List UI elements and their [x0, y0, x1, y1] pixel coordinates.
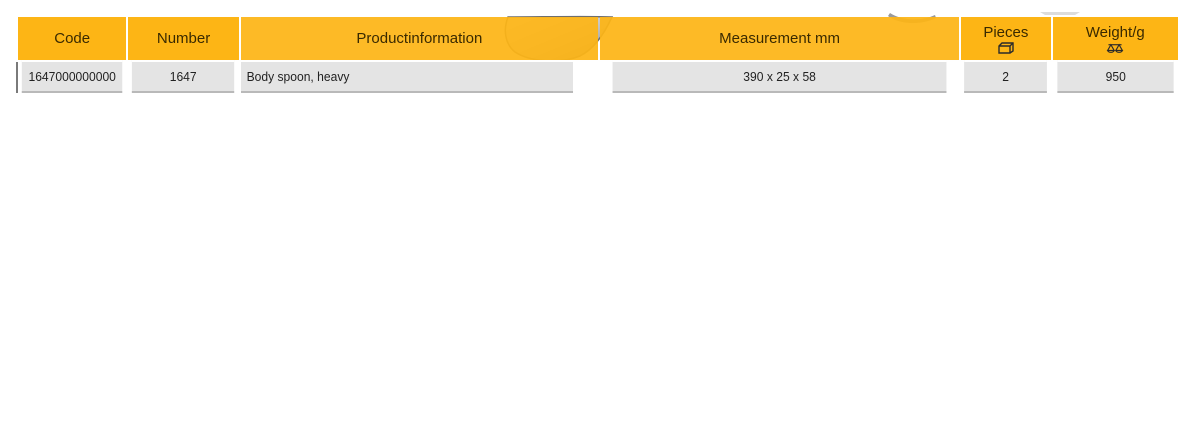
column-header-code: Code [18, 17, 127, 60]
column-header-number: Number [128, 17, 239, 60]
box-icon [998, 41, 1014, 54]
column-header-label: Pieces [983, 23, 1029, 41]
table-row: 1647000000000 1647 Body spoon, heavy 390… [18, 60, 1178, 93]
column-header-pieces: Pieces [961, 17, 1051, 60]
column-header-weight: Weight/g [1052, 17, 1178, 60]
table-header-row: Code Number Productinformation Measureme… [18, 17, 1178, 60]
cell-code: 1647000000000 [21, 60, 123, 93]
product-table: Code Number Productinformation Measureme… [16, 17, 1180, 93]
product-sheet: Code Number Productinformation Measureme… [0, 0, 1200, 439]
cell-productinformation: Body spoon, heavy [240, 60, 573, 93]
column-header-label: Measurement mm [719, 30, 841, 47]
column-header-label: Weight/g [1085, 23, 1145, 41]
column-header-label: Productinformation [356, 30, 483, 47]
cell-measurement: 390 x 25 x 58 [612, 60, 947, 93]
cell-pieces: 2 [964, 60, 1048, 93]
cell-weight: 950 [1056, 60, 1174, 93]
column-header-label: Number [156, 30, 211, 47]
cell-number: 1647 [132, 60, 235, 93]
column-header-label: Code [54, 30, 91, 47]
scale-icon [1106, 43, 1124, 53]
column-header-measurement: Measurement mm [599, 17, 960, 60]
column-header-productinformation: Productinformation [240, 17, 598, 60]
